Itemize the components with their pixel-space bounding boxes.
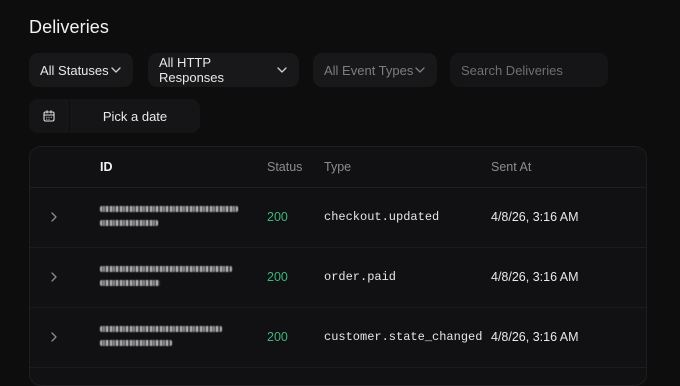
redacted-delivery-id <box>100 204 240 234</box>
status-code: 200 <box>267 330 288 344</box>
status-code: 200 <box>267 270 288 284</box>
sent-at: 4/8/26, 3:16 AM <box>491 270 579 284</box>
chevron-right-icon[interactable] <box>48 271 60 283</box>
column-header-id: ID <box>100 160 113 174</box>
http-response-filter-dropdown[interactable]: All HTTP Responses <box>148 53 299 87</box>
chevron-right-icon[interactable] <box>48 331 60 343</box>
calendar-icon <box>29 99 70 133</box>
event-type-filter-label: All Event Types <box>324 62 414 78</box>
table-header: ID Status Type Sent At <box>30 147 646 188</box>
deliveries-table: ID Status Type Sent At 200 checkout.upda… <box>29 146 647 386</box>
chevron-down-icon <box>276 64 288 76</box>
http-response-filter-label: All HTTP Responses <box>159 55 225 85</box>
date-picker-label: Pick a date <box>102 108 168 124</box>
search-deliveries-input[interactable] <box>450 53 608 87</box>
date-picker-button[interactable]: Pick a date <box>29 99 200 133</box>
status-code: 200 <box>267 210 288 224</box>
page-title: Deliveries <box>29 17 110 37</box>
column-header-sent-at[interactable]: Sent At <box>491 160 531 174</box>
event-type-filter-dropdown[interactable]: All Event Types <box>313 53 437 87</box>
table-row[interactable]: 200 checkout.updated 4/8/26, 3:16 AM <box>30 187 646 248</box>
status-filter-label: All Statuses <box>40 62 109 78</box>
chevron-right-icon[interactable] <box>48 211 60 223</box>
event-type: customer.state_changed <box>324 330 483 344</box>
redacted-delivery-id <box>100 264 240 294</box>
sent-at: 4/8/26, 3:16 AM <box>491 210 579 224</box>
chevron-down-icon <box>414 64 426 76</box>
table-row[interactable]: 200 order.paid 4/8/26, 3:16 AM <box>30 247 646 308</box>
status-filter-dropdown[interactable]: All Statuses <box>29 53 133 87</box>
sent-at: 4/8/26, 3:16 AM <box>491 330 579 344</box>
chevron-down-icon <box>110 64 122 76</box>
column-header-status[interactable]: Status <box>267 160 302 174</box>
event-type: checkout.updated <box>324 210 440 224</box>
table-row[interactable]: 200 customer.state_changed 4/8/26, 3:16 … <box>30 307 646 368</box>
column-header-type[interactable]: Type <box>324 160 351 174</box>
event-type: order.paid <box>324 270 397 284</box>
redacted-delivery-id <box>100 324 240 354</box>
